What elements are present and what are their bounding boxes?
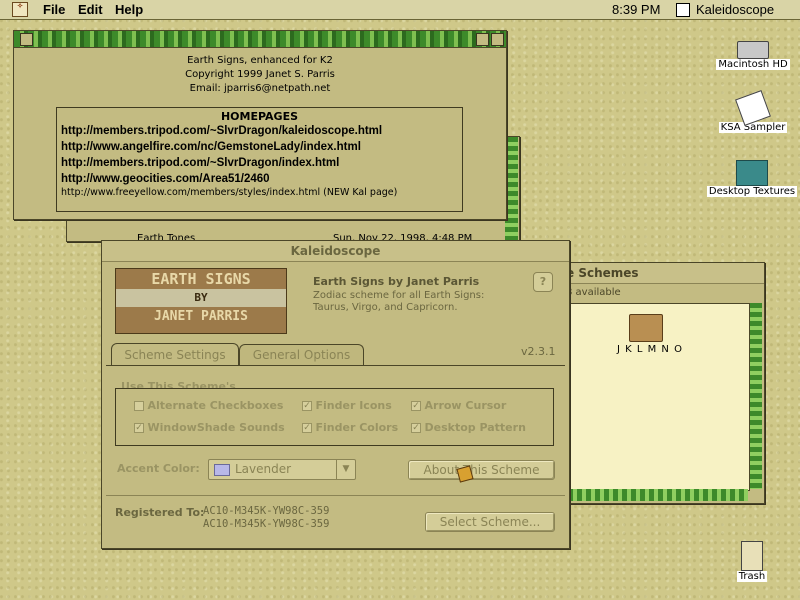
desktop-icon-desktop-textures[interactable]: Desktop Textures (706, 160, 798, 197)
tab-scheme-settings[interactable]: Scheme Settings (111, 343, 239, 366)
kaleidoscope-window: Kaleidoscope EARTH SIGNS BY JANET PARRIS… (101, 240, 570, 549)
desktop-icon-trash[interactable]: Trash (730, 541, 774, 582)
footer-divider (106, 495, 565, 496)
option-desktop-pattern[interactable]: ✓ Desktop Pattern (411, 421, 526, 434)
zoom-box-icon[interactable] (476, 33, 489, 46)
schemes-window: e Schemes 8 available J K L M N O (565, 262, 765, 504)
accent-color-popup[interactable]: Lavender ▼ (208, 459, 356, 480)
about-this-scheme-button[interactable]: About This Scheme (408, 460, 555, 480)
menu-bar: ✧ File Edit Help 8:39 PM Kaleidoscope (0, 0, 800, 20)
option-finder-icons[interactable]: ✓ Finder Icons (302, 399, 392, 412)
option-finder-colors[interactable]: ✓ Finder Colors (302, 421, 398, 434)
homepage-link[interactable]: http://members.tripod.com/~SlvrDragon/ka… (61, 123, 462, 139)
homepage-link-small[interactable]: http://www.freeyellow.com/members/styles… (57, 187, 462, 198)
homepages-title: HOMEPAGES (220, 110, 299, 123)
menu-file[interactable]: File (43, 2, 65, 17)
registered-label: Registered To: (115, 506, 205, 519)
lavender-swatch-icon (214, 464, 230, 476)
desktop-icon-ksa-sampler[interactable]: KSA Sampler (716, 90, 790, 133)
folder-label[interactable]: J K L M N O (617, 344, 683, 355)
registration-code: AC10-M345K-YW98C-359 (203, 518, 330, 530)
scheme-logo: EARTH SIGNS BY JANET PARRIS (115, 268, 287, 334)
registration-codes: AC10-M345K-YW98C-359 AC10-M345K-YW98C-35… (203, 505, 329, 531)
active-app-name[interactable]: Kaleidoscope (696, 2, 774, 17)
credits-header: Earth Signs, enhanced for K2 Copyright 1… (14, 48, 506, 96)
scheme-credits-window: Earth Signs, enhanced for K2 Copyright 1… (13, 30, 507, 220)
checkbox-checked[interactable]: ✓ (411, 423, 421, 433)
options-group: Alternate Checkboxes ✓ Finder Icons ✓ Ar… (115, 388, 554, 446)
credits-line: Earth Signs, enhanced for K2 (187, 55, 333, 66)
logo-line: BY (116, 289, 286, 307)
schemes-list[interactable]: J K L M N O (568, 303, 750, 491)
kaleidoscope-title-bar[interactable]: Kaleidoscope (102, 241, 569, 262)
homepage-link[interactable]: http://www.geocities.com/Area51/2460 (61, 171, 462, 187)
chevron-down-icon[interactable]: ▼ (336, 460, 355, 479)
schemes-horizontal-scrollbar[interactable] (568, 489, 748, 501)
folder-icon[interactable] (629, 314, 663, 342)
menu-edit[interactable]: Edit (78, 2, 103, 17)
option-arrow-cursor[interactable]: ✓ Arrow Cursor (411, 399, 506, 412)
tab-divider (106, 365, 565, 366)
schemes-title-bar[interactable]: e Schemes (566, 263, 764, 284)
version-label: v2.3.1 (521, 345, 556, 358)
accent-color-value: Lavender (235, 462, 292, 476)
credits-title-bar[interactable] (14, 31, 506, 48)
scheme-name: Earth Signs by Janet Parris (313, 275, 480, 288)
registration-code: AC10-M345K-YW98C-359 (203, 505, 330, 517)
menu-help[interactable]: Help (115, 2, 143, 17)
trash-icon (741, 541, 763, 571)
apple-menu-icon[interactable]: ✧ (12, 2, 28, 17)
scheme-description: Zodiac scheme for all Earth Signs: Tauru… (313, 290, 485, 313)
credits-line: Copyright 1999 Janet S. Parris (185, 69, 335, 80)
schemes-scrollbar[interactable] (750, 303, 762, 489)
accent-color-label: Accent Color: (117, 462, 200, 475)
menu-clock[interactable]: 8:39 PM (612, 2, 660, 17)
homepage-link[interactable]: http://www.angelfire.com/nc/GemstoneLady… (61, 139, 462, 155)
checkbox-checked[interactable]: ✓ (411, 401, 421, 411)
checkbox-empty[interactable] (134, 401, 144, 411)
homepage-link[interactable]: http://members.tripod.com/~SlvrDragon/in… (61, 155, 462, 171)
checkbox-checked[interactable]: ✓ (302, 423, 312, 433)
document-icon (735, 90, 771, 126)
schemes-title: e Schemes (566, 266, 639, 280)
close-box-icon[interactable] (20, 33, 33, 46)
hard-drive-icon (737, 41, 769, 59)
checkbox-checked[interactable]: ✓ (134, 423, 144, 433)
checkbox-checked[interactable]: ✓ (302, 401, 312, 411)
homepages-box: HOMEPAGES http://members.tripod.com/~Slv… (56, 107, 463, 212)
folder-icon (736, 160, 768, 186)
logo-line: EARTH SIGNS (151, 270, 251, 288)
help-button[interactable]: ? (533, 272, 553, 292)
tab-general-options[interactable]: General Options (239, 344, 364, 366)
logo-line: JANET PARRIS (154, 309, 248, 324)
option-alternate-checkboxes[interactable]: Alternate Checkboxes (134, 399, 283, 412)
option-windowshade-sounds[interactable]: ✓ WindowShade Sounds (134, 421, 285, 434)
schemes-count: 8 available (566, 287, 621, 298)
desktop-icon-macintosh-hd[interactable]: Macintosh HD (716, 41, 790, 70)
collapse-box-icon[interactable] (491, 33, 504, 46)
credits-line: Email: jparris6@netpath.net (189, 83, 331, 94)
select-scheme-button[interactable]: Select Scheme... (425, 512, 555, 532)
application-menu-icon[interactable] (676, 3, 690, 17)
